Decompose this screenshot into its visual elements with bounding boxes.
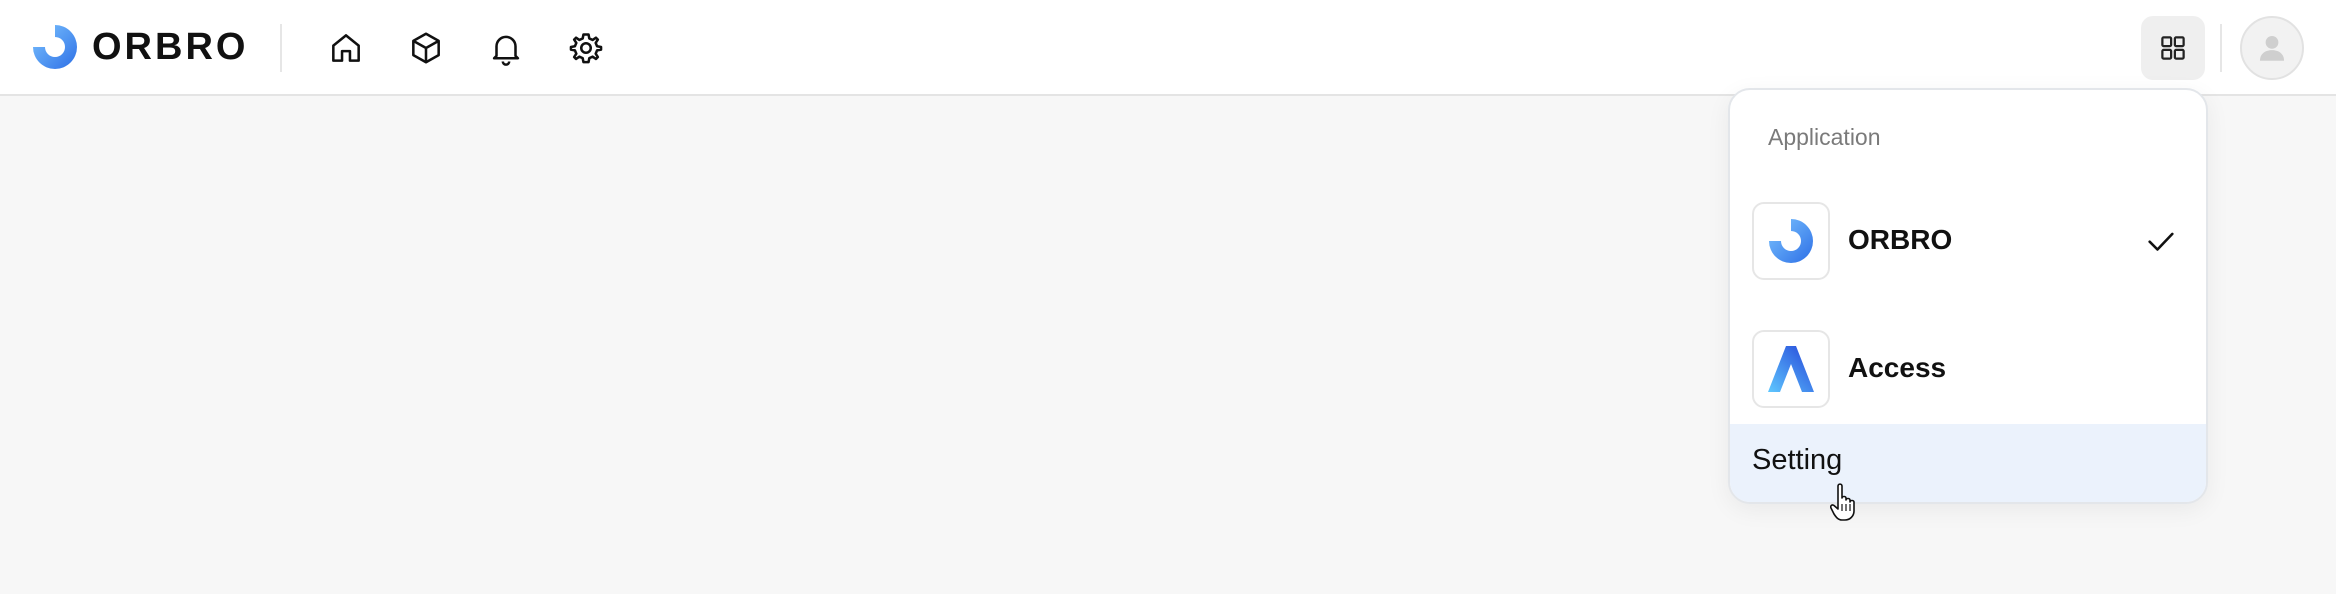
setting-label: Setting: [1752, 444, 1843, 476]
setting-menu-item[interactable]: Setting: [1730, 424, 2206, 502]
header-divider-right: [2220, 24, 2222, 72]
orbro-logo-icon: [33, 25, 77, 69]
orbro-logo-icon: [1769, 219, 1813, 263]
app-item-orbro[interactable]: ORBRO: [1730, 192, 2206, 292]
products-button[interactable]: [400, 22, 452, 74]
gear-icon: [569, 33, 603, 64]
app-name-access: Access: [1848, 352, 1947, 383]
brand-name: ORBRO: [92, 25, 249, 68]
user-icon: [2259, 35, 2285, 61]
app-switcher-menu: Application ORBRO Access Setting: [1728, 88, 2208, 504]
box-icon: [412, 32, 440, 64]
access-logo-icon: [1768, 346, 1814, 392]
app-item-access[interactable]: Access: [1730, 320, 2206, 420]
app-tile-access: [1752, 330, 1830, 408]
home-button[interactable]: [320, 22, 372, 74]
top-bar: ORBRO: [0, 0, 2336, 96]
grid-icon: [2161, 36, 2185, 60]
header-divider: [280, 24, 282, 72]
menu-heading: Application: [1768, 124, 1881, 150]
brand-logo[interactable]: ORBRO: [30, 22, 248, 72]
user-avatar[interactable]: [2240, 16, 2304, 80]
home-icon: [332, 34, 360, 62]
settings-button[interactable]: [560, 22, 612, 74]
bell-icon: [492, 35, 520, 66]
notifications-button[interactable]: [480, 22, 532, 74]
app-tile-orbro: [1752, 202, 1830, 280]
hand-pointer-cursor-icon: [1830, 483, 1855, 521]
check-icon: [2148, 232, 2174, 251]
app-name-orbro: ORBRO: [1848, 224, 1953, 255]
app-switcher-button[interactable]: [2141, 16, 2205, 80]
